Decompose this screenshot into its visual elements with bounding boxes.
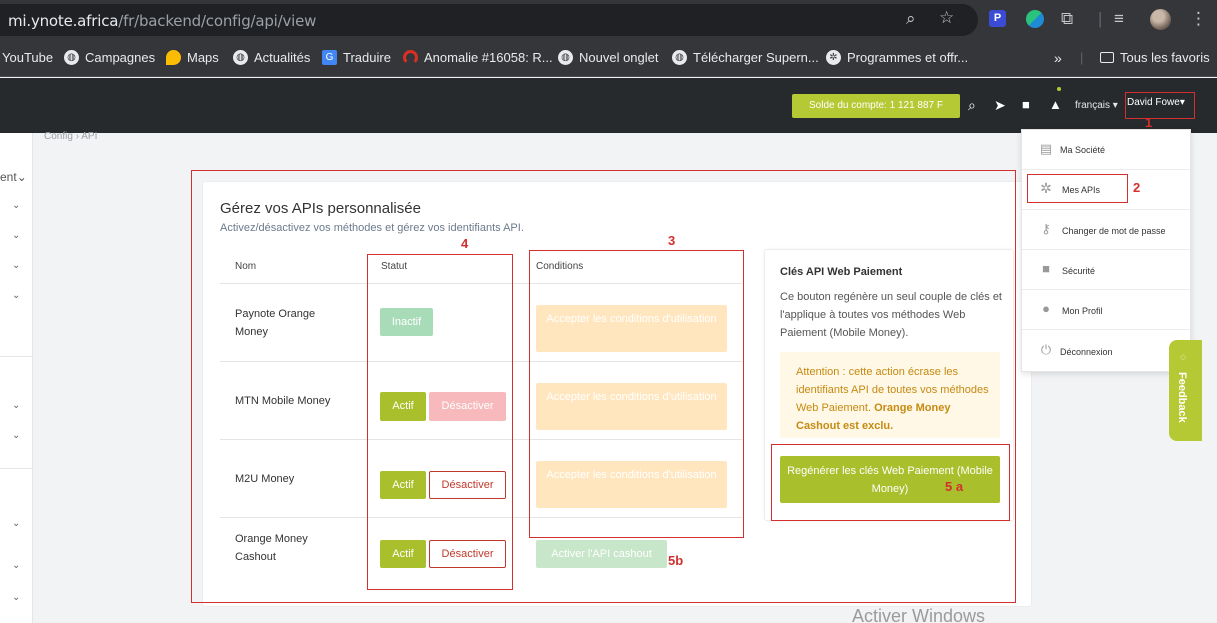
url-text: mi.ynote.africa/fr/backend/config/api/vi… — [8, 12, 317, 30]
chevron-down-icon[interactable]: ⌄ — [12, 592, 20, 603]
chat-icon: ◌ — [1180, 352, 1186, 363]
annotation-label-5b: 5b — [668, 553, 684, 568]
menu-item-label: Ma Société — [1060, 145, 1106, 155]
bookmark-all-favorites[interactable]: Tous les favoris — [1100, 50, 1210, 65]
browser-toolbar: mi.ynote.africa/fr/backend/config/api/vi… — [0, 0, 1217, 40]
building-icon: ▤ — [1039, 141, 1053, 156]
annotation-label-2: 2 — [1133, 180, 1141, 195]
annotation-label-1: 1 — [1145, 115, 1153, 130]
breadcrumb: Config › API — [44, 131, 97, 142]
chevron-down-icon[interactable]: ⌄ — [12, 290, 20, 301]
globe-icon: ◍ — [64, 50, 79, 65]
annotation-box-user — [1125, 92, 1195, 119]
menu-item-label: Sécurité — [1062, 266, 1096, 276]
account-balance-button[interactable]: Solde du compte: 1 121 887 F — [792, 94, 960, 118]
globe-icon: ◍ — [672, 50, 687, 65]
menu-item-label: Changer de mot de passe — [1062, 226, 1166, 236]
bookmark-actualites[interactable]: ◍ Actualités — [233, 50, 310, 65]
divider: | — [1098, 9, 1103, 28]
redmine-icon — [403, 50, 418, 65]
app-header: Solde du compte: 1 121 887 F ⌕ ➤ ■ ▲ fra… — [0, 78, 1217, 133]
bookmarks-bar: YouTube ◍ Campagnes Maps ◍ Actualités G Tra… — [0, 40, 1217, 77]
send-icon[interactable]: ➤ — [994, 97, 1006, 114]
annotation-label-3: 3 — [668, 233, 676, 248]
bookmark-youtube[interactable]: YouTube — [2, 50, 53, 65]
chevron-down-icon[interactable]: ⌄ — [12, 260, 20, 271]
gear-icon: ✲ — [826, 50, 841, 65]
search-icon[interactable]: ⌕ — [968, 97, 976, 114]
breadcrumb-current: API — [81, 131, 98, 142]
annotation-label-5a: 5 a — [945, 479, 964, 494]
annotation-box-mes-apis — [1027, 174, 1128, 203]
extension-p-icon[interactable]: P — [989, 10, 1006, 27]
folder-icon — [1100, 52, 1114, 63]
extensions-puzzle-icon[interactable]: ⧉ — [1061, 9, 1073, 29]
annotation-box-status — [367, 254, 513, 590]
breadcrumb-config[interactable]: Config — [44, 131, 73, 142]
user-icon: ● — [1042, 301, 1050, 316]
maps-pin-icon — [166, 50, 181, 65]
bookmark-maps[interactable]: Maps — [166, 50, 219, 65]
power-icon: ⏻ — [1040, 342, 1052, 357]
chevron-down-icon[interactable]: ⌄ — [12, 400, 20, 411]
feedback-label: Feedback — [1176, 372, 1188, 423]
address-bar[interactable]: mi.ynote.africa/fr/backend/config/api/vi… — [0, 4, 978, 36]
translate-icon: G — [322, 50, 337, 65]
sidebar-divider — [0, 356, 33, 357]
sidebar-item-label[interactable]: ent⌄ — [0, 170, 27, 184]
lock-icon: ■ — [1042, 261, 1050, 276]
bookmark-nouvel-onglet[interactable]: ◍ Nouvel onglet — [558, 50, 659, 65]
lock-icon[interactable]: ■ — [1022, 97, 1030, 112]
globe-icon: ◍ — [558, 50, 573, 65]
bookmark-campagnes[interactable]: ◍ Campagnes — [64, 50, 155, 65]
more-bookmarks-chevron-icon[interactable]: » — [1054, 50, 1062, 66]
globe-icon: ◍ — [233, 50, 248, 65]
bookmark-telecharger[interactable]: ◍ Télécharger Supern... — [672, 50, 819, 65]
annotation-box-conditions — [529, 250, 744, 538]
bell-icon[interactable]: ▲ — [1049, 97, 1062, 112]
key-icon: ⚷ — [1041, 221, 1051, 236]
windows-activation-watermark: Activer Windows — [852, 606, 986, 623]
annotation-box-regenerate — [771, 444, 1010, 521]
sidebar-divider — [0, 468, 33, 469]
chevron-down-icon[interactable]: ⌄ — [12, 200, 20, 211]
bookmark-traduire[interactable]: G Traduire — [322, 50, 391, 65]
language-selector[interactable]: français ▾ — [1075, 100, 1118, 111]
menu-item-label: Mon Profil — [1062, 306, 1103, 316]
menu-kebab-icon[interactable]: ⋮ — [1190, 9, 1207, 29]
notification-dot — [1057, 87, 1061, 91]
breadcrumb-separator: › — [75, 131, 80, 142]
chevron-down-icon[interactable]: ⌄ — [12, 560, 20, 571]
bookmark-star-icon[interactable]: ☆ — [939, 8, 954, 28]
chevron-down-icon[interactable]: ⌄ — [12, 230, 20, 241]
chevron-down-icon[interactable]: ⌄ — [12, 430, 20, 441]
profile-avatar[interactable] — [1150, 9, 1171, 30]
annotation-label-4: 4 — [461, 236, 469, 251]
media-control-icon[interactable]: ≡ — [1114, 9, 1124, 29]
divider: | — [1080, 50, 1084, 65]
bookmark-programmes[interactable]: ✲ Programmes et offr... — [826, 50, 968, 65]
bookmark-anomalie[interactable]: Anomalie #16058: R... — [403, 50, 553, 65]
extension-edge-icon[interactable] — [1026, 10, 1044, 28]
zoom-icon[interactable]: ⌕ — [906, 9, 916, 29]
chevron-down-icon[interactable]: ⌄ — [12, 518, 20, 529]
menu-item-label: Déconnexion — [1060, 347, 1113, 357]
